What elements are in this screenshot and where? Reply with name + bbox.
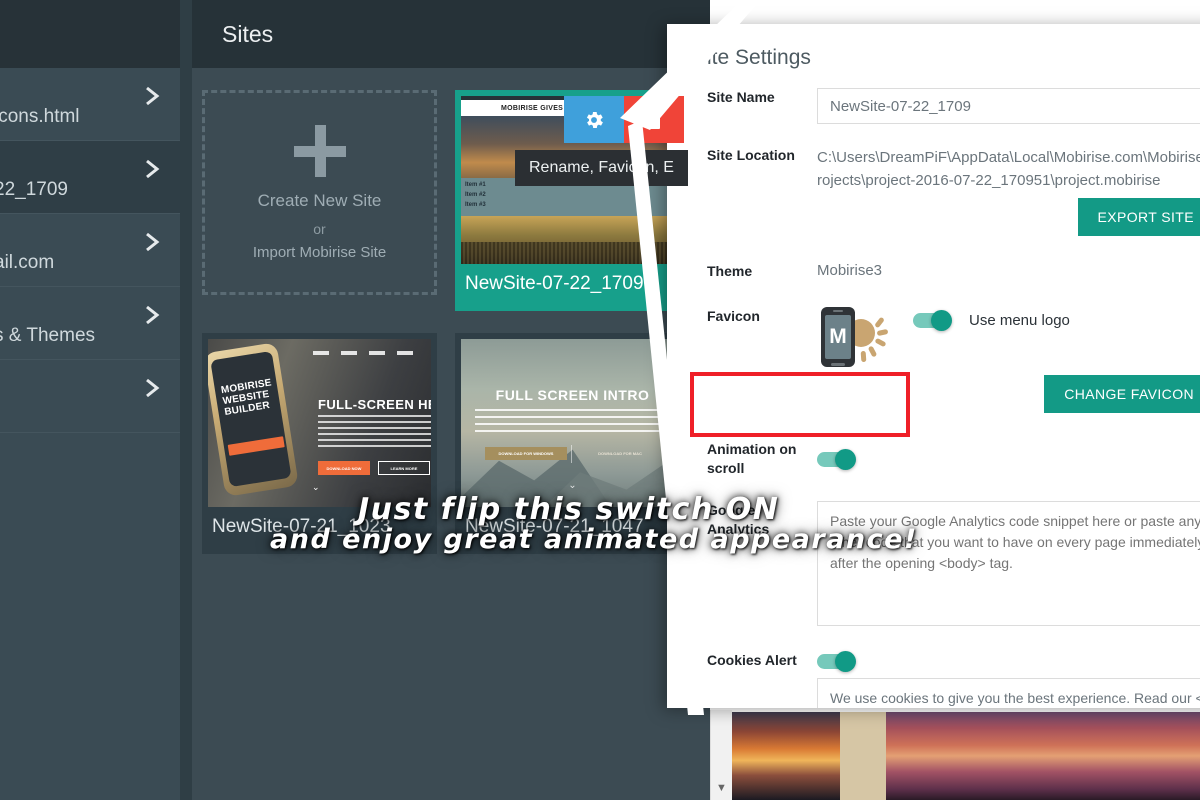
trash-icon [646,109,662,129]
use-menu-logo-label: Use menu logo [969,311,1070,329]
site-thumbnail: FULL SCREEN INTRO DOWNLOAD FOR WINDOWS D… [461,339,684,507]
chevron-down-icon[interactable]: ▼ [716,782,727,794]
sidebar-item-0[interactable]: icons.html [0,68,180,141]
sidebar-item-4[interactable] [0,360,180,433]
chevron-down-icon: ⌄ [312,482,320,492]
chevron-right-icon [142,232,162,252]
annotation-line-2: and enjoy great animated appearance! [270,524,918,555]
export-site-button[interactable]: EXPORT SITE [1077,198,1200,236]
sidebar-divider [180,0,192,800]
preview-panel-sand [840,712,886,800]
chevron-right-icon [142,378,162,398]
site-settings-dialog: Site Settings Site Name Site Location C:… [667,24,1200,708]
card-action-buttons [564,96,684,143]
preview-image-large [886,712,1200,800]
site-card-0[interactable]: MOBIRISE GIVES YO Item #1 Item #2 Item #… [455,90,690,315]
site-settings-gear-button[interactable] [564,96,624,143]
thumb-button-1: DOWNLOAD NOW [318,461,370,475]
card-tooltip: Rename, Favicon, E [515,150,688,186]
editor-scrollbar[interactable]: ▼ [710,710,732,800]
thumb-button-2: LEARN MORE [378,461,430,475]
dialog-title: Site Settings [693,46,811,69]
cookies-alert-label: Cookies Alert [707,652,797,668]
create-or-label: or [313,220,326,237]
use-menu-logo-toggle[interactable] [913,310,957,331]
sidebar-header [0,0,180,68]
chevron-right-icon [142,159,162,179]
sidebar-item-label: s & Themes [0,325,96,346]
chevron-right-icon [142,305,162,325]
thumb-header-text: FULL SCREEN INTRO [495,387,650,403]
sidebar: icons.html 22_1709 ail.com s & Themes [0,0,180,800]
theme-label: Theme [707,263,753,279]
site-name-label: Site Name [707,89,775,105]
create-new-site-label: Create New Site [257,190,382,210]
site-card-title: NewSite-07-22_1709 [465,273,644,294]
site-thumbnail: MOBIRISE WEBSITE BUILDER FULL-SCREEN HE. D… [208,339,431,507]
site-name-input[interactable] [817,88,1200,124]
cookies-alert-textarea[interactable] [817,678,1200,708]
import-mobirise-site-label[interactable]: Import Mobirise Site [253,244,386,261]
page-title: Sites [222,20,274,47]
plus-icon [293,124,346,177]
cookies-alert-toggle[interactable] [817,650,861,672]
delete-site-button[interactable] [624,96,684,143]
site-location-line-1: C:\Users\DreamPiF\AppData\Local\Mobirise… [817,149,1200,166]
sidebar-item-2[interactable]: ail.com [0,214,180,287]
create-new-site-card[interactable]: Create New Site or Import Mobirise Site [202,90,437,315]
animation-on-scroll-highlight [690,372,910,437]
sidebar-item-label: 22_1709 [0,179,68,200]
thumb-header-text: FULL-SCREEN HE. [318,397,431,412]
sidebar-item-label: ail.com [0,252,55,273]
animation-on-scroll-label: Animation on scroll [707,441,797,476]
sidebar-item-label: icons.html [0,106,80,127]
preview-image-small [732,712,840,800]
sidebar-item-3[interactable]: s & Themes [0,287,180,360]
mobirise-favicon-icon: M [817,307,889,369]
thumb-item-2: Item #3 [465,202,486,208]
animation-on-scroll-toggle[interactable] [817,449,861,470]
chevron-down-icon: ⌄ [568,480,577,491]
google-analytics-textarea[interactable] [817,501,1200,626]
chevron-right-icon [142,86,162,106]
thumb-button-2: DOWNLOAD FOR MAC [598,451,642,456]
thumb-button-1: DOWNLOAD FOR WINDOWS [485,447,567,460]
annotation-line-1: Just flip this switch ON [358,492,780,527]
thumb-item-0: Item #1 [465,182,486,188]
site-location-label: Site Location [707,147,795,163]
change-favicon-button[interactable]: CHANGE FAVICON [1044,375,1200,413]
thumb-item-1: Item #2 [465,192,486,198]
gear-icon [586,111,603,128]
site-location-line-2: rojects\project-2016-07-22_170951\projec… [817,172,1161,189]
favicon-letter: M [825,315,851,359]
sidebar-item-1[interactable]: 22_1709 [0,141,180,214]
theme-value: Mobirise3 [817,262,883,279]
